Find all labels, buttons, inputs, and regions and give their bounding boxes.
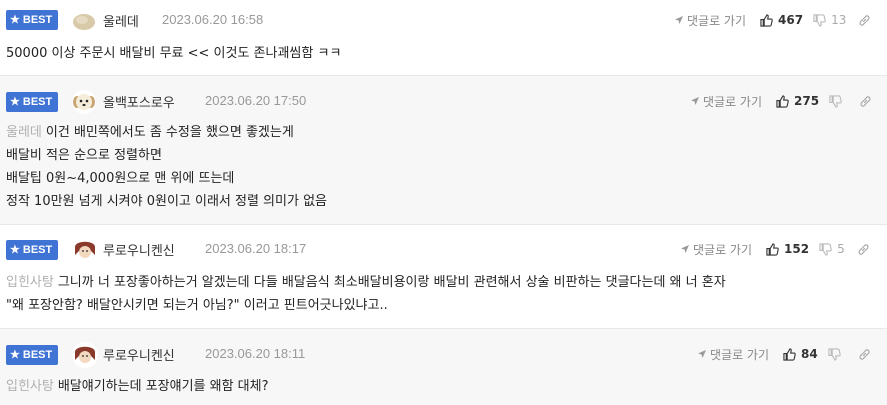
thumbs-up-icon [760, 13, 773, 27]
comment-item: ★ BEST 루로우니켄신 2023.06.20 18:17 댓글로 가기 15… [0, 225, 887, 329]
upvote-count: 84 [801, 347, 818, 361]
comment-body: 울레데 이건 배민쪽에서도 좀 수정을 했으면 좋겠는게 배달비 적은 순으로 정… [6, 121, 327, 213]
comment-line: 입힌사탕 배달얘기하는데 포장얘기를 왜함 대체? [6, 379, 269, 394]
blob-avatar-icon [72, 9, 96, 33]
thumbs-down-icon [829, 94, 842, 108]
thumbs-down-icon [813, 13, 826, 27]
nickname[interactable]: 루로우니켄신 [103, 240, 175, 259]
star-icon: ★ [10, 13, 20, 26]
avatar[interactable] [72, 90, 96, 114]
mention-tag[interactable]: 울레데 [6, 125, 42, 140]
comment-date: 2023.06.20 18:11 [205, 346, 306, 361]
best-badge-label: BEST [22, 349, 53, 361]
comment-body: 입힌사탕 배달얘기하는데 포장얘기를 왜함 대체? [6, 375, 269, 398]
go-to-comment-link[interactable]: 댓글로 가기 [697, 346, 769, 363]
best-badge-label: BEST [22, 244, 53, 256]
downvote-button[interactable]: 13 [813, 13, 846, 27]
nickname[interactable]: 올백포스로우 [103, 92, 175, 111]
downvote-button[interactable]: 5 [819, 242, 845, 256]
downvote-count: 5 [837, 242, 845, 256]
comment-line: "왜 포장안함? 배달안시키면 되는거 아님?" 이러고 핀트어긋나있냐고.. [6, 298, 388, 313]
best-badge: ★ BEST [6, 240, 59, 260]
comment-line: 배달비 적은 순으로 정렬하면 [6, 148, 162, 163]
star-icon: ★ [10, 95, 20, 108]
go-to-comment-link[interactable]: 댓글로 가기 [674, 12, 746, 29]
character-avatar-icon [72, 342, 98, 368]
upvote-count: 152 [784, 242, 810, 256]
go-to-comment-label: 댓글로 가기 [687, 13, 747, 28]
puppy-avatar-icon [72, 90, 96, 114]
character-avatar-icon [72, 237, 98, 263]
best-badge: ★ BEST [6, 345, 59, 365]
upvote-count: 275 [794, 94, 820, 108]
comment-header: ★ BEST 루로우니켄신 2023.06.20 18:17 댓글로 가기 15… [0, 225, 887, 265]
comment-body: 입힌사탕 그니까 너 포장좋아하는거 알겠는데 다들 배달음식 최소배달비용이랑 … [6, 271, 881, 317]
thumbs-down-icon [828, 347, 841, 361]
thumbs-down-icon [819, 242, 832, 256]
nickname[interactable]: 루로우니켄신 [103, 345, 175, 364]
comment-header: ★ BEST 올백포스로우 2023.06.20 17:50 댓글로 가기 27… [0, 76, 887, 116]
share-link-button[interactable] [857, 243, 870, 256]
share-link-button[interactable] [858, 14, 871, 27]
link-icon [859, 14, 870, 26]
comment-header: ★ BEST 루로우니켄신 2023.06.20 18:11 댓글로 가기 84 [0, 329, 887, 369]
link-icon [858, 243, 869, 255]
comment-line: 입힌사탕 그니까 너 포장좋아하는거 알겠는데 다들 배달음식 최소배달비용이랑 … [6, 275, 726, 290]
go-to-comment-link[interactable]: 댓글로 가기 [680, 241, 752, 258]
comment-item: ★ BEST 울레데 2023.06.20 16:58 댓글로 가기 467 1… [0, 0, 887, 76]
star-icon: ★ [10, 348, 20, 361]
upvote-button[interactable]: 467 [760, 13, 803, 27]
share-link-button[interactable] [858, 348, 871, 361]
link-icon [859, 348, 870, 360]
upvote-button[interactable]: 275 [776, 94, 819, 108]
avatar[interactable] [72, 342, 98, 368]
upvote-button[interactable]: 152 [766, 242, 809, 256]
mention-tag[interactable]: 입힌사탕 [6, 275, 54, 290]
comment-body: 50000 이상 주문시 배달비 무료 << 이것도 존나괘씸함 ㅋㅋ [6, 42, 341, 65]
best-badge-label: BEST [22, 96, 53, 108]
star-icon: ★ [10, 243, 20, 256]
mention-tag[interactable]: 입힌사탕 [6, 379, 54, 394]
link-icon [860, 95, 871, 107]
comment-date: 2023.06.20 16:58 [162, 12, 264, 27]
upvote-button[interactable]: 84 [783, 347, 818, 361]
send-arrow-icon [691, 97, 699, 105]
thumbs-up-icon [766, 242, 779, 256]
downvote-count: 13 [831, 13, 847, 27]
comment-date: 2023.06.20 18:17 [205, 241, 307, 256]
thumbs-up-icon [783, 347, 796, 361]
send-arrow-icon [681, 245, 689, 253]
comment-item: ★ BEST 루로우니켄신 2023.06.20 18:11 댓글로 가기 84 [0, 329, 887, 405]
best-badge: ★ BEST [6, 10, 59, 30]
downvote-button[interactable] [828, 347, 846, 361]
best-badge: ★ BEST [6, 92, 59, 112]
comment-line: 정작 10만원 넘게 시켜야 0원이고 이래서 정렬 의미가 없음 [6, 194, 327, 209]
thumbs-up-icon [776, 94, 789, 108]
go-to-comment-label: 댓글로 가기 [703, 94, 763, 109]
comment-line: 배달팁 0원~4,000원으로 맨 위에 뜨는데 [6, 171, 235, 186]
downvote-button[interactable] [829, 94, 847, 108]
send-arrow-icon [675, 16, 683, 24]
comment-item: ★ BEST 올백포스로우 2023.06.20 17:50 댓글로 가기 27… [0, 76, 887, 225]
share-link-button[interactable] [859, 95, 872, 108]
comment-date: 2023.06.20 17:50 [205, 93, 307, 108]
avatar[interactable] [72, 237, 98, 263]
comment-line: 울레데 이건 배민쪽에서도 좀 수정을 했으면 좋겠는게 [6, 125, 294, 140]
nickname[interactable]: 울레데 [103, 11, 139, 30]
avatar[interactable] [72, 9, 96, 33]
go-to-comment-link[interactable]: 댓글로 가기 [690, 93, 762, 110]
best-badge-label: BEST [22, 14, 53, 26]
go-to-comment-label: 댓글로 가기 [693, 242, 753, 257]
upvote-count: 467 [778, 13, 804, 27]
comment-line: 50000 이상 주문시 배달비 무료 << 이것도 존나괘씸함 ㅋㅋ [6, 46, 342, 61]
send-arrow-icon [698, 350, 706, 358]
comment-header: ★ BEST 울레데 2023.06.20 16:58 댓글로 가기 467 1… [0, 0, 887, 40]
go-to-comment-label: 댓글로 가기 [710, 347, 770, 362]
